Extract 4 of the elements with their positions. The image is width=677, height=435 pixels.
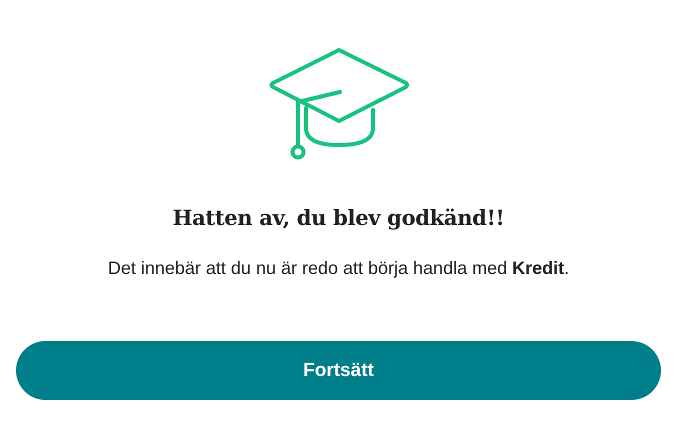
graduation-cap-icon	[268, 47, 410, 161]
heading: Hatten av, du blev godkänd!!	[172, 205, 504, 230]
message: Det innebär att du nu är redo att börja handla med Kredit.	[108, 258, 570, 279]
continue-button[interactable]: Fortsätt	[16, 341, 661, 400]
